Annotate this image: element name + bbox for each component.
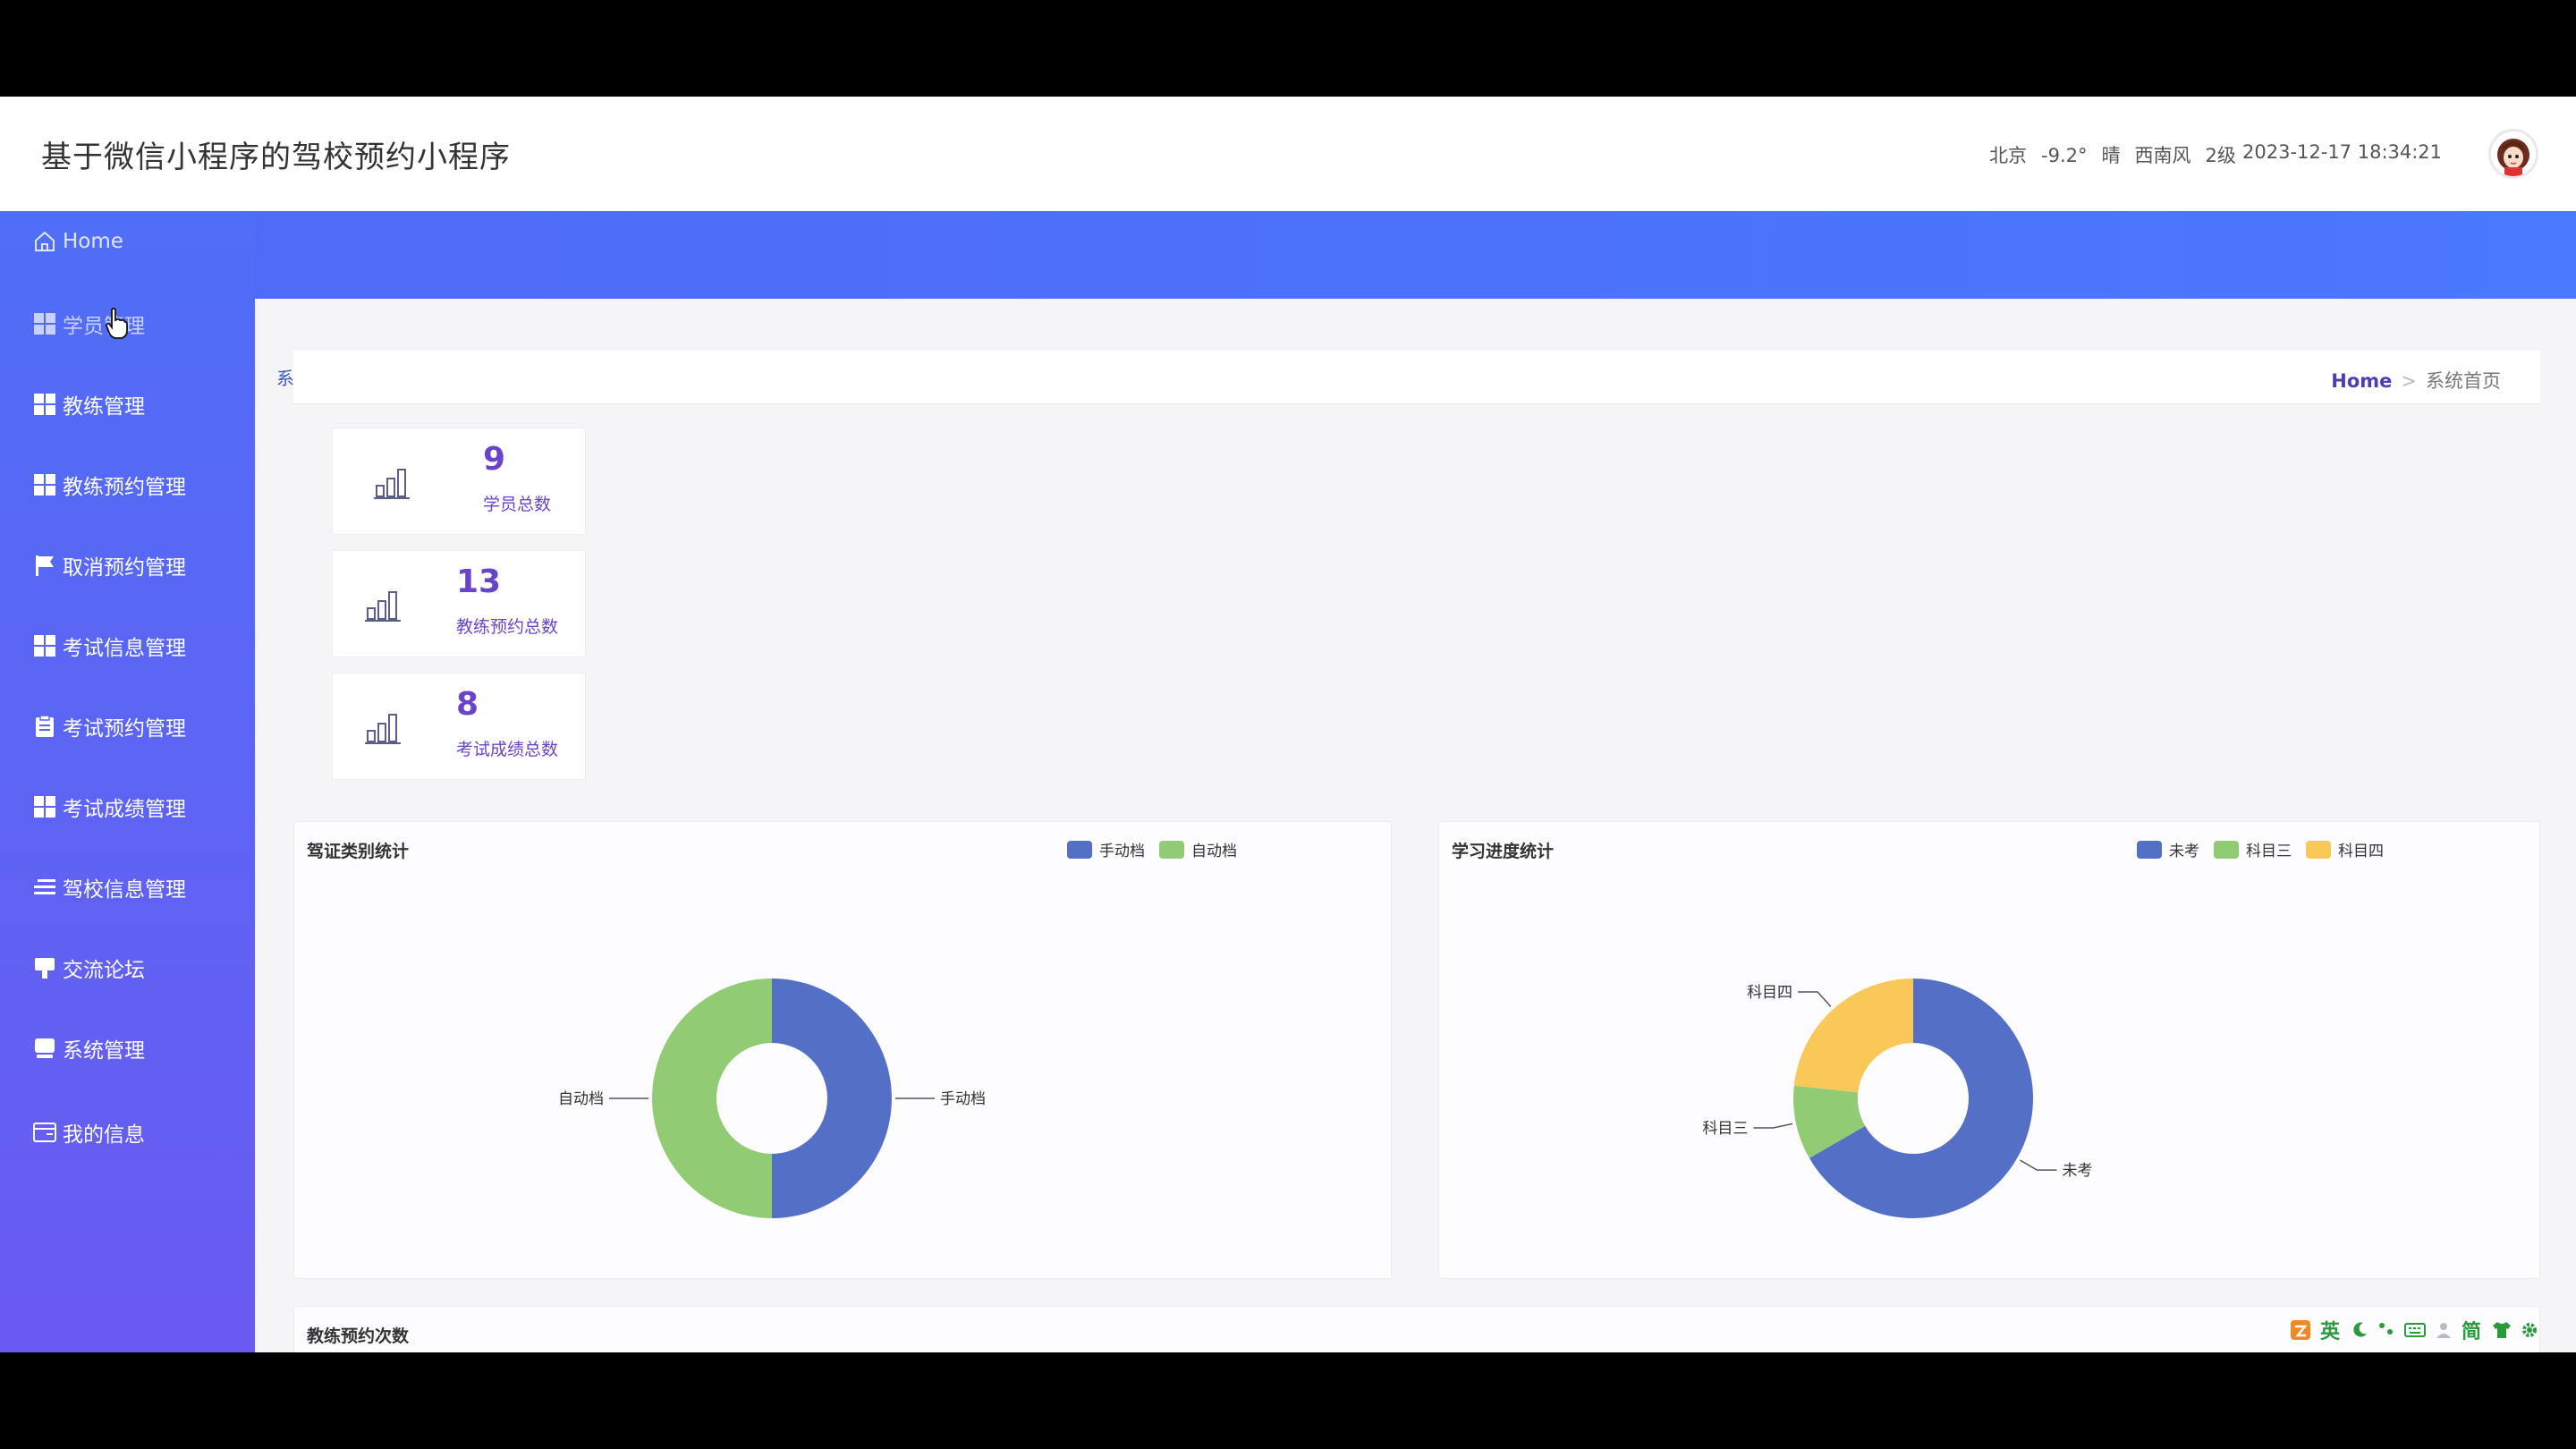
sidebar-item-coach-booking[interactable]: 教练预约管理 — [32, 467, 186, 503]
stat-card-students: 9 学员总数 — [332, 428, 586, 535]
weather-temp: -9.2° — [2041, 145, 2088, 166]
top-band — [255, 211, 2576, 299]
letterbox-bottom — [0, 1352, 2576, 1449]
moon-icon[interactable] — [2351, 1321, 2368, 1339]
sidebar-item-exam-scores[interactable]: 考试成绩管理 — [32, 789, 186, 825]
stat-card-exam-scores: 8 考试成绩总数 — [332, 673, 586, 780]
grid-icon — [32, 472, 57, 497]
chart-title: 教练预约次数 — [307, 1326, 410, 1346]
pie-slice-label: 未考 — [2062, 1162, 2092, 1180]
list-icon — [32, 875, 57, 900]
ime-toolbar: 英 简 — [2290, 1315, 2538, 1345]
clipboard-icon — [32, 714, 57, 739]
grid-icon — [32, 311, 57, 336]
keyboard-icon[interactable] — [2404, 1321, 2427, 1339]
sidebar-item-label: 系统管理 — [63, 1039, 145, 1063]
card-icon — [32, 1120, 57, 1145]
weather-city: 北京 — [1989, 145, 2027, 166]
sidebar-item-label: 考试信息管理 — [63, 637, 186, 660]
sidebar-item-label: 学员管理 — [63, 315, 145, 338]
stat-card-coach-bookings: 13 教练预约总数 — [332, 550, 586, 657]
app-window: 基于微信小程序的驾校预约小程序 北京 -9.2° 晴西南风 2级 2023-12-17… — [0, 97, 2576, 1352]
grid-icon — [32, 392, 57, 417]
chat-icon — [32, 955, 57, 980]
pie-slice-label: 自动档 — [558, 1090, 604, 1108]
avatar-icon — [2497, 139, 2529, 176]
stat-value: 8 — [456, 686, 479, 723]
weather-info: 北京 -9.2° 晴西南风 2级 — [1989, 141, 2250, 168]
punctuation-icon[interactable] — [2377, 1321, 2395, 1339]
weather-wind-level: 2级 — [2205, 145, 2236, 166]
sidebar-item-forum[interactable]: 交流论坛 — [32, 950, 145, 986]
monitor-icon — [32, 1036, 57, 1061]
license-type-chart-panel: 驾证类别统计 手动档 自动档 手动档 自动档 — [293, 821, 1392, 1279]
app-title: 基于微信小程序的驾校预约小程序 — [41, 140, 511, 175]
sidebar-item-home[interactable]: Home — [32, 224, 123, 259]
sidebar-item-label: 驾校信息管理 — [63, 878, 186, 902]
shirt-icon[interactable] — [2492, 1321, 2512, 1339]
breadcrumb: Home > 系统首页 — [2331, 367, 2501, 394]
stat-value: 9 — [483, 441, 506, 478]
progress-donut-chart: 未考 科目三 科目四 — [1702, 979, 2092, 1218]
ime-script-toggle[interactable]: 简 — [2462, 1316, 2481, 1344]
hand-cursor-icon — [106, 308, 128, 339]
breadcrumb-current: 系统首页 — [2426, 370, 2501, 392]
pie-label-line — [2020, 1159, 2057, 1171]
pie-slice[interactable] — [652, 979, 772, 1218]
header: 基于微信小程序的驾校预约小程序 北京 -9.2° 晴西南风 2级 2023-12-17… — [0, 97, 2576, 211]
sidebar-item-exam-info[interactable]: 考试信息管理 — [32, 628, 186, 664]
sidebar-item-label: 取消预约管理 — [63, 556, 186, 580]
weather-condition: 晴 — [2101, 145, 2121, 166]
grid-icon — [32, 633, 57, 658]
flag-icon — [32, 553, 57, 578]
sidebar-item-exam-booking[interactable]: 考试预约管理 — [32, 708, 186, 744]
ime-language-toggle[interactable]: 英 — [2320, 1316, 2340, 1344]
sidebar-item-coaches[interactable]: 教练管理 — [32, 386, 145, 422]
sidebar: Home 学员管理 教练管理 教练预约管理 取消预约管理 考试信息管理 考试预约… — [0, 211, 255, 1352]
coach-booking-chart-panel: 教练预约次数 — [293, 1306, 2540, 1352]
sidebar-item-cancel-booking[interactable]: 取消预约管理 — [32, 547, 186, 583]
breadcrumb-bar: Home > 系统首页 — [293, 351, 2540, 404]
grid-icon — [32, 794, 57, 819]
pie-slice-label: 科目三 — [1702, 1120, 1748, 1138]
pie-slice-label: 手动档 — [940, 1090, 986, 1108]
datetime: 2023-12-17 18:34:21 — [2242, 141, 2443, 163]
weather-wind-direction: 西南风 — [2134, 145, 2191, 166]
stat-label: 考试成绩总数 — [456, 740, 559, 759]
pie-label-line — [1753, 1123, 1793, 1129]
pie-label-line — [1798, 991, 1832, 1007]
sidebar-item-label: 我的信息 — [63, 1123, 145, 1147]
breadcrumb-home[interactable]: Home — [2331, 370, 2392, 392]
sidebar-item-school-info[interactable]: 驾校信息管理 — [32, 869, 186, 905]
sidebar-item-label: 考试成绩管理 — [63, 798, 186, 821]
bar-chart-icon — [374, 469, 410, 499]
pie-slice[interactable] — [772, 979, 892, 1218]
sidebar-item-my-info[interactable]: 我的信息 — [32, 1114, 145, 1150]
avatar[interactable] — [2488, 129, 2538, 179]
stat-value: 13 — [456, 564, 502, 600]
license-type-donut-chart: 手动档 自动档 — [558, 979, 986, 1218]
settings-gear-icon[interactable] — [2521, 1321, 2538, 1339]
bar-chart-icon — [365, 591, 401, 622]
home-icon — [32, 229, 57, 254]
progress-chart-panel: 学习进度统计 未考 科目三 科目四 未考 科目三 科目四 — [1438, 821, 2540, 1279]
sidebar-item-label: 交流论坛 — [63, 959, 145, 982]
sidebar-item-system[interactable]: 系统管理 — [32, 1030, 145, 1066]
sidebar-item-label: 教练预约管理 — [63, 476, 186, 499]
ime-logo-icon[interactable] — [2290, 1319, 2311, 1341]
sidebar-item-label: 考试预约管理 — [63, 717, 186, 741]
breadcrumb-separator: > — [2401, 370, 2417, 392]
stat-label: 学员总数 — [483, 495, 552, 514]
stat-label: 教练预约总数 — [456, 617, 559, 637]
sidebar-item-label: 教练管理 — [63, 395, 145, 419]
pie-slice-label: 科目四 — [1747, 984, 1792, 1002]
sidebar-item-label: Home — [63, 230, 123, 253]
bar-chart-icon — [365, 714, 401, 744]
letterbox-top — [0, 0, 2576, 97]
pie-slice[interactable] — [1793, 979, 1913, 1093]
user-icon[interactable] — [2435, 1321, 2453, 1339]
